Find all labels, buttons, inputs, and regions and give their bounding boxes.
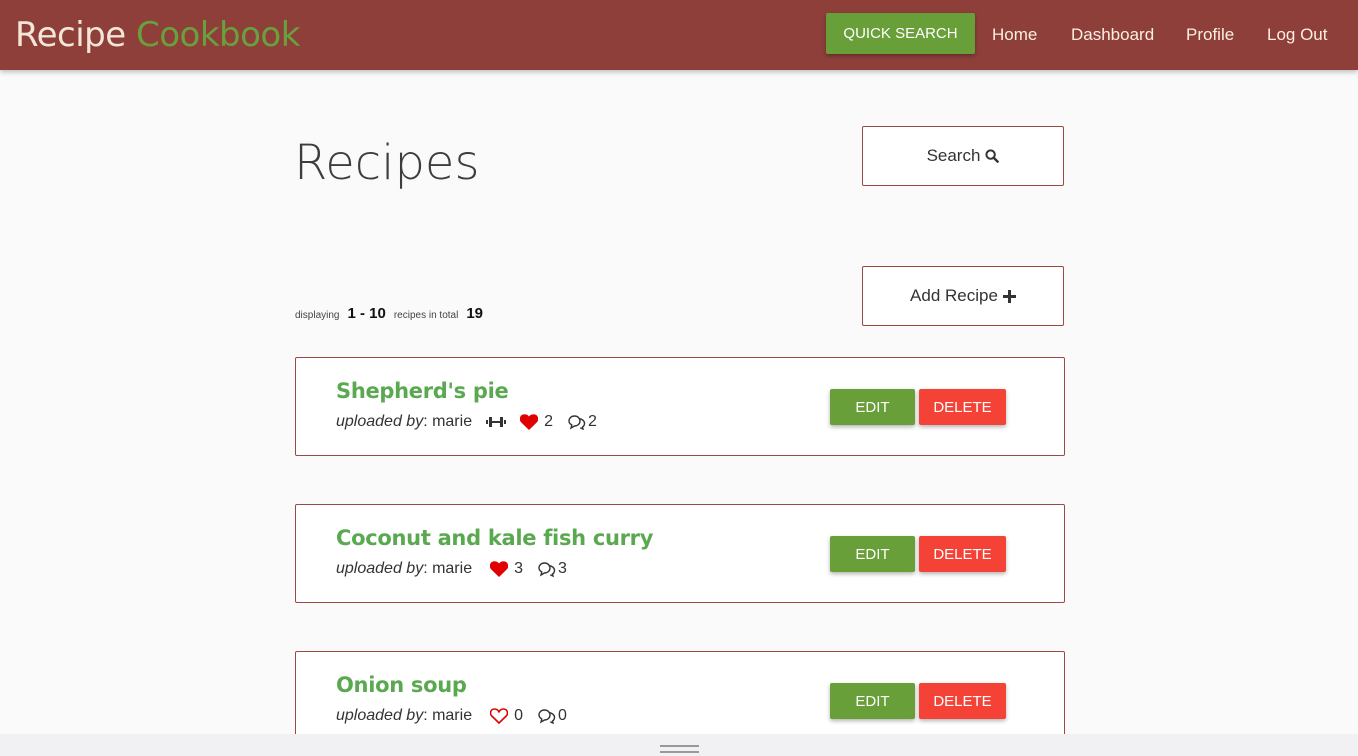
comments-count: 0 [558,707,567,724]
nav-link-home[interactable]: Home [992,24,1037,46]
plus-icon [1002,289,1016,303]
edit-button[interactable]: EDIT [830,683,915,719]
dumbbell-icon [486,416,507,428]
displaying-range: 1 - 10 [347,305,386,322]
delete-button[interactable]: DELETE [919,389,1006,425]
recipe-card: Shepherd's pie uploaded by: marie 2 2 ED… [295,357,1065,456]
uploaded-by-label: uploaded by [336,413,424,430]
resize-handle[interactable] [660,745,699,753]
brand-logo[interactable]: Recipe Cookbook [15,14,300,56]
nav-link-profile[interactable]: Profile [1186,24,1234,46]
heart-icon[interactable] [520,414,539,430]
recipe-author: marie [432,560,473,577]
add-recipe-label: Add Recipe [910,286,998,305]
comments-count: 3 [558,560,567,577]
add-recipe-button[interactable]: Add Recipe [862,266,1064,326]
recipe-title[interactable]: Coconut and kale fish curry [336,525,653,551]
likes-count: 2 [544,413,553,430]
comments-icon [537,561,556,577]
nav-link-logout[interactable]: Log Out [1267,24,1328,46]
uploaded-by-label: uploaded by [336,707,424,724]
delete-button[interactable]: DELETE [919,683,1006,719]
total-count: 19 [466,305,484,322]
recipe-count: displaying 1 - 10 recipes in total 19 [295,305,491,322]
comments-icon [567,414,586,430]
edit-button[interactable]: EDIT [830,389,915,425]
search-icon [985,149,1000,163]
search-button-label: Search [926,146,981,165]
page-title: Recipes [294,135,480,191]
recipe-title[interactable]: Shepherd's pie [336,378,509,404]
recipe-title[interactable]: Onion soup [336,672,467,698]
likes-count: 0 [514,707,523,724]
nav-link-dashboard[interactable]: Dashboard [1071,24,1154,46]
likes-count: 3 [514,560,523,577]
bottom-panel-bar [0,734,1358,756]
edit-button[interactable]: EDIT [830,536,915,572]
recipe-author: marie [432,413,473,430]
recipe-card: Coconut and kale fish curry uploaded by:… [295,504,1065,603]
total-label: recipes in total [393,310,459,321]
displaying-label: displaying [295,310,340,321]
navbar: Recipe Cookbook QUICK SEARCH Home Dashbo… [0,0,1358,70]
recipe-author: marie [432,707,473,724]
quick-search-button[interactable]: QUICK SEARCH [826,13,975,54]
search-button[interactable]: Search [862,126,1064,186]
heart-icon[interactable] [490,708,509,724]
comments-count: 2 [588,413,597,430]
uploaded-by-label: uploaded by [336,560,424,577]
heart-icon[interactable] [490,561,509,577]
brand-part2: Cookbook [135,15,300,55]
recipe-meta: uploaded by: marie 3 3 [336,560,567,577]
comments-icon [537,708,556,724]
delete-button[interactable]: DELETE [919,536,1006,572]
recipe-meta: uploaded by: marie 2 2 [336,413,597,430]
brand-part1: Recipe [15,15,126,55]
recipe-meta: uploaded by: marie 0 0 [336,707,567,724]
